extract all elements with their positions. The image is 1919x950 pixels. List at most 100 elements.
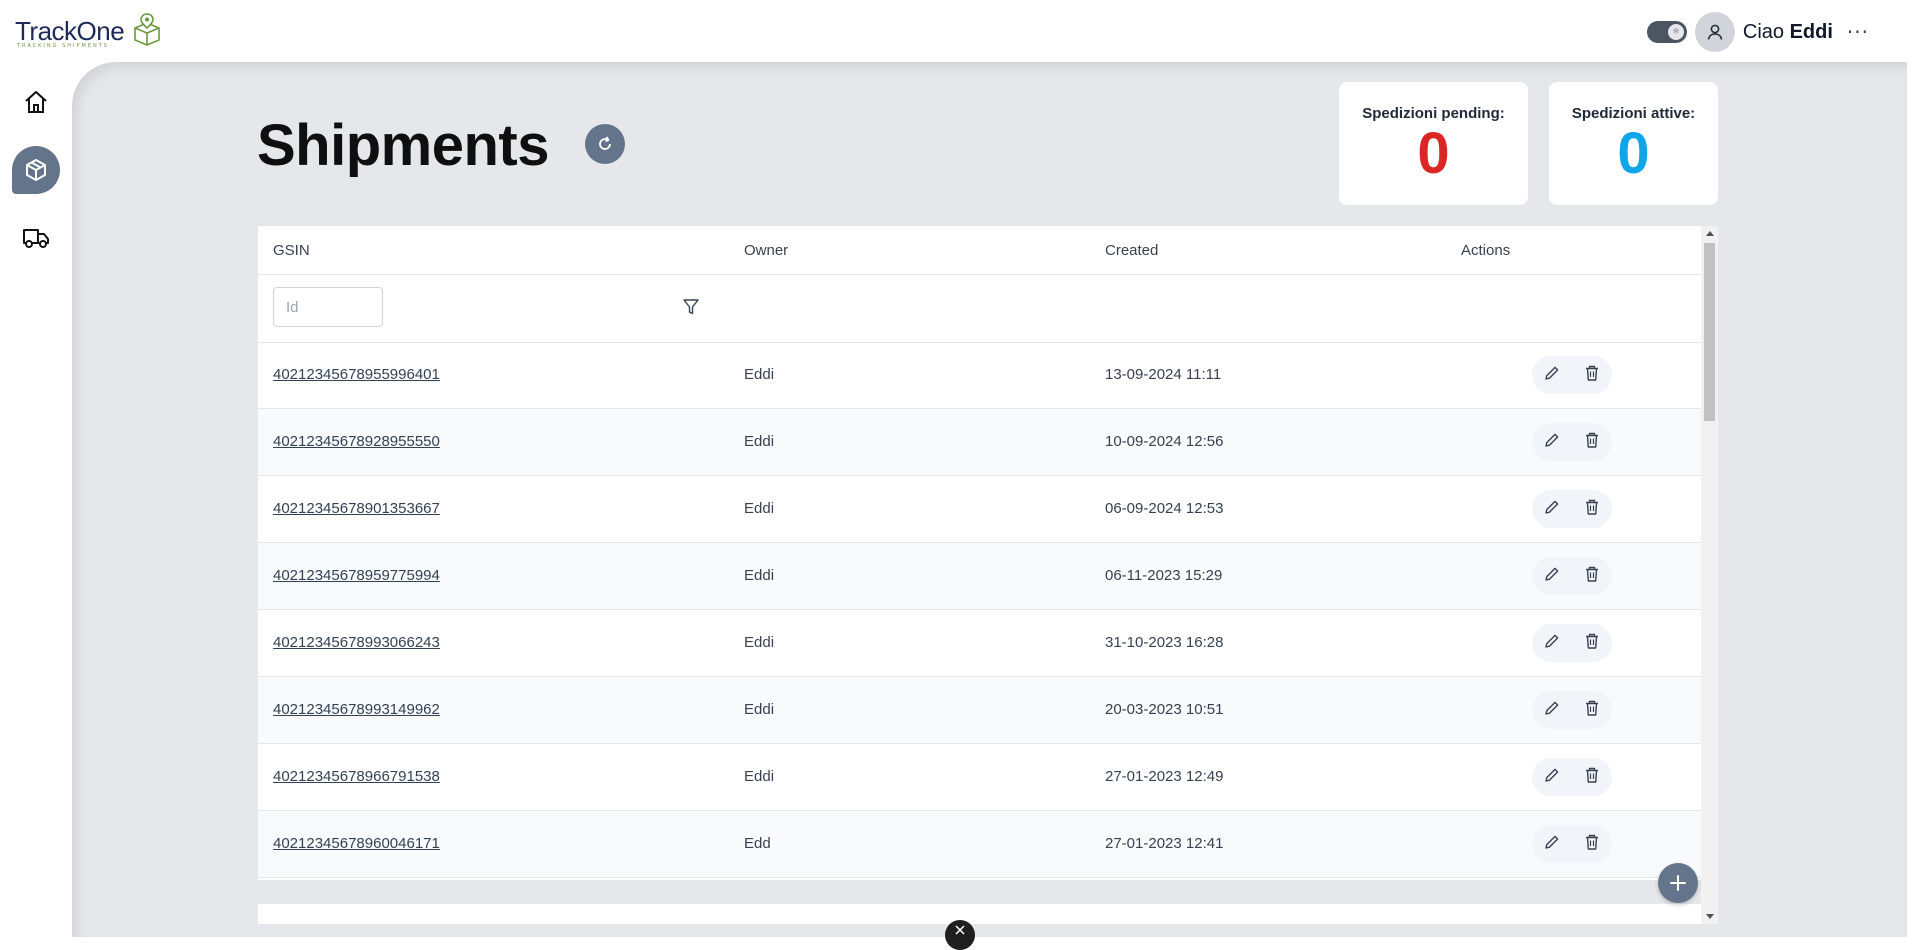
sidebar-item-home[interactable] [12, 78, 60, 126]
edit-button[interactable] [1532, 758, 1572, 796]
owner-cell: Edd [744, 835, 771, 852]
pencil-icon [1543, 498, 1561, 520]
table-row: 40212345678955996401 Eddi 13-09-2024 11:11 [258, 342, 1701, 409]
active-shipments-card: Spedizioni attive: 0 [1549, 82, 1718, 205]
refresh-button[interactable] [585, 124, 625, 164]
package-location-icon [130, 12, 164, 50]
column-header-gsin[interactable]: GSIN [273, 242, 310, 259]
gsin-link[interactable]: 40212345678993066243 [273, 634, 440, 651]
gsin-link[interactable]: 40212345678955996401 [273, 366, 440, 383]
sidebar-item-vehicles[interactable] [12, 214, 60, 262]
more-options-icon[interactable]: ··· [1847, 20, 1869, 44]
delete-button[interactable] [1572, 557, 1612, 595]
trash-icon [1583, 431, 1601, 453]
row-actions [1532, 490, 1612, 528]
table-row: 40212345678960046171 Edd 27-01-2023 12:41 [258, 811, 1701, 878]
avatar[interactable] [1694, 12, 1735, 52]
user-name: Eddi [1789, 20, 1833, 43]
sidebar [0, 62, 72, 937]
add-shipment-button[interactable] [1658, 863, 1698, 903]
trash-icon [1583, 364, 1601, 386]
pencil-icon [1543, 632, 1561, 654]
scrollbar-thumb[interactable] [1704, 243, 1715, 421]
gsin-link[interactable]: 40212345678959775994 [273, 567, 440, 584]
row-actions [1532, 356, 1612, 394]
created-cell: 31-10-2023 16:28 [1105, 634, 1224, 651]
close-icon [955, 925, 965, 935]
gsin-link[interactable]: 40212345678966791538 [273, 768, 440, 785]
filter-row [258, 275, 1701, 343]
row-actions [1532, 624, 1612, 662]
close-badge[interactable] [945, 920, 975, 950]
gsin-link[interactable]: 40212345678960046171 [273, 835, 440, 852]
pencil-icon [1543, 431, 1561, 453]
filter-icon[interactable] [682, 298, 700, 316]
scrollbar[interactable] [1701, 226, 1718, 924]
logo-text: TrackOne [15, 15, 125, 46]
delete-button[interactable] [1572, 423, 1612, 461]
gsin-link[interactable]: 40212345678928955550 [273, 433, 440, 450]
edit-button[interactable] [1532, 624, 1572, 662]
table-row: 40212345678928955550 Eddi 10-09-2024 12:56 [258, 409, 1701, 476]
active-count: 0 [1617, 121, 1650, 186]
page-title: Shipments [257, 113, 550, 178]
user-icon [1707, 24, 1723, 40]
table-row: 40212345678959775994 Eddi 06-11-2023 15:29 [258, 543, 1701, 610]
home-icon [25, 91, 47, 113]
gsin-link[interactable]: 40212345678901353667 [273, 500, 440, 517]
row-actions [1532, 825, 1612, 863]
owner-cell: Eddi [744, 768, 775, 785]
app-logo[interactable]: TrackOne TRACKING SHIPMENTS [15, 12, 164, 50]
created-cell: 06-09-2024 12:53 [1105, 500, 1224, 517]
refresh-icon [599, 136, 611, 150]
edit-button[interactable] [1532, 423, 1572, 461]
edit-button[interactable] [1532, 825, 1572, 863]
edit-button[interactable] [1532, 490, 1572, 528]
scroll-down-arrow[interactable] [1706, 914, 1714, 919]
edit-button[interactable] [1532, 356, 1572, 394]
delete-button[interactable] [1572, 624, 1612, 662]
trash-icon [1583, 766, 1601, 788]
right-margin [1907, 62, 1919, 937]
column-header-owner[interactable]: Owner [744, 242, 788, 259]
table-row: 40212345678901353667 Eddi 06-09-2024 12:53 [258, 476, 1701, 543]
delete-button[interactable] [1572, 758, 1612, 796]
created-cell: 27-01-2023 12:41 [1105, 835, 1224, 852]
id-filter-input[interactable] [273, 287, 383, 327]
trash-icon [1583, 632, 1601, 654]
owner-cell: Eddi [744, 634, 775, 651]
created-cell: 20-03-2023 10:51 [1105, 701, 1224, 718]
gsin-link[interactable]: 40212345678993149962 [273, 701, 440, 718]
pencil-icon [1543, 766, 1561, 788]
scroll-up-arrow[interactable] [1706, 231, 1714, 236]
owner-cell: Eddi [744, 366, 775, 383]
column-header-created[interactable]: Created [1105, 242, 1158, 259]
pencil-icon [1543, 833, 1561, 855]
plus-icon [1670, 875, 1686, 891]
row-actions [1532, 423, 1612, 461]
column-header-actions: Actions [1461, 242, 1511, 259]
pending-shipments-card: Spedizioni pending: 0 [1339, 82, 1528, 205]
table-row: 40212345678993149962 Eddi 20-03-2023 10:51 [258, 677, 1701, 744]
delete-button[interactable] [1572, 825, 1612, 863]
pencil-icon [1543, 699, 1561, 721]
edit-button[interactable] [1532, 557, 1572, 595]
owner-cell: Eddi [744, 567, 775, 584]
active-label: Spedizioni attive: [1571, 105, 1696, 122]
created-cell: 13-09-2024 11:11 [1105, 366, 1222, 383]
table-footer-gap [258, 880, 1701, 904]
delete-button[interactable] [1572, 490, 1612, 528]
pending-count: 0 [1417, 121, 1450, 186]
owner-cell: Eddi [744, 433, 775, 450]
delete-button[interactable] [1572, 356, 1612, 394]
owner-cell: Eddi [744, 500, 775, 517]
table-row: 40212345678993066243 Eddi 31-10-2023 16:28 [258, 610, 1701, 677]
created-cell: 27-01-2023 12:49 [1105, 768, 1224, 785]
theme-toggle[interactable]: ☼ [1646, 21, 1687, 43]
top-bar: TrackOne TRACKING SHIPMENTS ☼ Ciao Eddi … [0, 0, 1919, 62]
owner-cell: Eddi [744, 701, 775, 718]
delete-button[interactable] [1572, 691, 1612, 729]
sidebar-item-shipments[interactable] [12, 146, 60, 194]
edit-button[interactable] [1532, 691, 1572, 729]
shipments-table: GSIN Owner Created Actions 4021234567895… [258, 226, 1718, 924]
